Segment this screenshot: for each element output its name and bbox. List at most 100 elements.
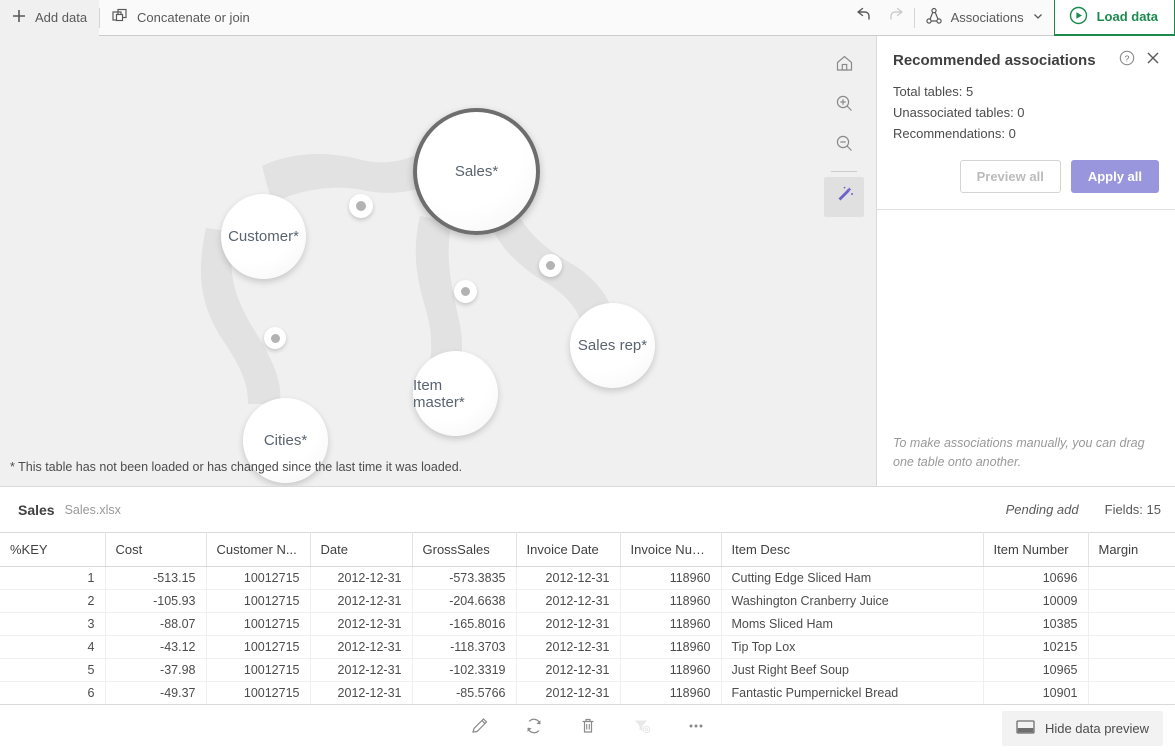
edit-button[interactable]	[463, 712, 497, 746]
table-bubble-label: Item master*	[413, 377, 498, 411]
data-preview-header: Sales Sales.xlsx Pending add Fields: 15	[0, 486, 1175, 532]
data-manager-app: Add data Concatenate or join	[0, 0, 1175, 752]
cell: 118960	[620, 567, 721, 590]
home-icon	[835, 54, 854, 78]
table-bubble-sales-rep[interactable]: Sales rep*	[570, 303, 655, 388]
table-row[interactable]: 5 -37.98 10012715 2012-12-31 -102.3319 2…	[0, 659, 1175, 682]
top-toolbar: Add data Concatenate or join	[0, 0, 1175, 36]
cell: 2012-12-31	[310, 636, 412, 659]
cell	[1088, 567, 1175, 590]
preview-all-button[interactable]: Preview all	[960, 160, 1061, 193]
data-preview-table: %KEY Cost Customer N... Date GrossSales …	[0, 532, 1175, 704]
cell: 10965	[983, 659, 1088, 682]
recommended-associations-button[interactable]	[824, 177, 864, 217]
column-header[interactable]: Item Desc	[721, 533, 983, 567]
cell: 10696	[983, 567, 1088, 590]
table-row[interactable]: 2 -105.93 10012715 2012-12-31 -204.6638 …	[0, 590, 1175, 613]
cell: 2	[0, 590, 105, 613]
redo-button[interactable]	[880, 0, 914, 36]
zoom-in-button[interactable]	[824, 86, 864, 126]
column-header[interactable]: GrossSales	[412, 533, 516, 567]
column-header[interactable]: Item Number	[983, 533, 1088, 567]
bottom-toolbar-actions	[0, 705, 1175, 752]
tools-divider	[831, 171, 857, 172]
association-link-handle[interactable]	[454, 280, 477, 303]
cell: 10009	[983, 590, 1088, 613]
concatenate-or-join-button[interactable]: Concatenate or join	[100, 0, 262, 36]
preview-status: Pending add	[1006, 502, 1079, 517]
cell: 2012-12-31	[516, 636, 620, 659]
table-row[interactable]: 6 -49.37 10012715 2012-12-31 -85.5766 20…	[0, 682, 1175, 705]
canvas-tools	[824, 46, 864, 217]
panel-title: Recommended associations	[893, 52, 1109, 69]
table-row[interactable]: 3 -88.07 10012715 2012-12-31 -165.8016 2…	[0, 613, 1175, 636]
panel-divider	[877, 209, 1175, 210]
column-header[interactable]: %KEY	[0, 533, 105, 567]
refresh-button[interactable]	[517, 712, 551, 746]
load-data-button[interactable]: Load data	[1054, 0, 1175, 36]
panel-header: Recommended associations ?	[877, 36, 1175, 71]
undo-button[interactable]	[846, 0, 880, 36]
association-link-handle[interactable]	[264, 327, 286, 349]
cell: -513.15	[105, 567, 206, 590]
refresh-icon	[524, 716, 544, 741]
cell: 2012-12-31	[516, 567, 620, 590]
column-header[interactable]: Customer N...	[206, 533, 310, 567]
hide-data-preview-label: Hide data preview	[1045, 721, 1149, 736]
cell: 2012-12-31	[310, 567, 412, 590]
concatenate-label: Concatenate or join	[137, 10, 250, 25]
panel-stats: Total tables: 5 Unassociated tables: 0 R…	[877, 71, 1175, 144]
associations-dropdown[interactable]: Associations	[915, 0, 1054, 36]
cell: -204.6638	[412, 590, 516, 613]
cell: 10215	[983, 636, 1088, 659]
cell	[1088, 659, 1175, 682]
column-header[interactable]: Invoice Num...	[620, 533, 721, 567]
add-data-label: Add data	[35, 10, 87, 25]
table-bubble-label: Customer*	[228, 228, 299, 245]
close-panel-button[interactable]	[1145, 50, 1161, 71]
cell: 2012-12-31	[516, 682, 620, 705]
table-row[interactable]: 1 -513.15 10012715 2012-12-31 -573.3835 …	[0, 567, 1175, 590]
unassociated-tables-stat: Unassociated tables: 0	[893, 102, 1159, 123]
delete-trash-icon	[578, 716, 598, 741]
table-bubble-customer[interactable]: Customer*	[221, 194, 306, 279]
cell: Tip Top Lox	[721, 636, 983, 659]
edit-pencil-icon	[470, 716, 490, 741]
cell: 2012-12-31	[516, 659, 620, 682]
cell: 118960	[620, 613, 721, 636]
redo-arrow-icon	[888, 6, 906, 29]
cell: 2012-12-31	[516, 613, 620, 636]
filter-off-icon	[632, 716, 652, 741]
association-link-handle[interactable]	[349, 194, 373, 218]
table-row[interactable]: 4 -43.12 10012715 2012-12-31 -118.3703 2…	[0, 636, 1175, 659]
cell: 6	[0, 682, 105, 705]
chevron-down-icon	[1032, 10, 1044, 25]
magic-wand-icon	[835, 185, 854, 209]
data-preview-table-wrap[interactable]: %KEY Cost Customer N... Date GrossSales …	[0, 532, 1175, 704]
bottom-toolbar: Hide data preview	[0, 704, 1175, 752]
delete-button[interactable]	[571, 712, 605, 746]
associations-canvas[interactable]: Sales* Customer* Cities* Item master* Sa…	[0, 36, 876, 486]
add-data-button[interactable]: Add data	[0, 0, 99, 36]
column-header[interactable]: Date	[310, 533, 412, 567]
column-header[interactable]: Margin	[1088, 533, 1175, 567]
association-link-handle[interactable]	[539, 254, 562, 277]
cell: 118960	[620, 590, 721, 613]
column-header[interactable]: Invoice Date	[516, 533, 620, 567]
table-bubble-sales[interactable]: Sales*	[413, 108, 540, 235]
cell: -118.3703	[412, 636, 516, 659]
apply-all-button[interactable]: Apply all	[1071, 160, 1159, 193]
cell: 118960	[620, 682, 721, 705]
more-options-button[interactable]	[679, 712, 713, 746]
zoom-out-button[interactable]	[824, 126, 864, 166]
column-header[interactable]: Cost	[105, 533, 206, 567]
canvas-footnote: * This table has not been loaded or has …	[10, 460, 462, 474]
home-button[interactable]	[824, 46, 864, 86]
plus-icon	[12, 9, 26, 26]
help-button[interactable]: ?	[1119, 50, 1135, 71]
cell: Cutting Edge Sliced Ham	[721, 567, 983, 590]
cell	[1088, 682, 1175, 705]
hide-data-preview-button[interactable]: Hide data preview	[1002, 711, 1163, 746]
cell: -88.07	[105, 613, 206, 636]
table-bubble-item-master[interactable]: Item master*	[413, 351, 498, 436]
